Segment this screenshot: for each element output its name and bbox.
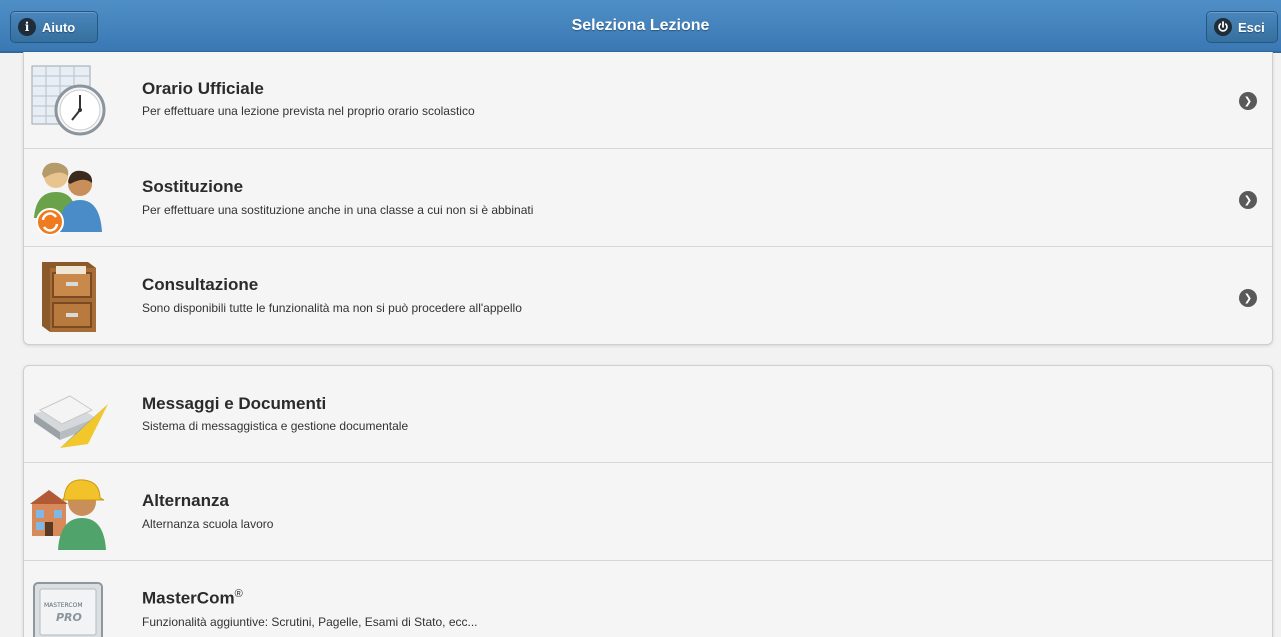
svg-text:MASTERCOM: MASTERCOM (44, 602, 83, 609)
lesson-options-panel: Orario Ufficiale Per effettuare una lezi… (23, 52, 1273, 345)
filing-cabinet-icon (30, 256, 110, 336)
item-description: Per effettuare una lezione prevista nel … (142, 104, 475, 118)
item-title: Messaggi e Documenti (142, 394, 327, 413)
extra-features-panel: Messaggi e Documenti Sistema di messaggi… (23, 365, 1273, 637)
menu-item-consultazione[interactable]: Consultazione Sono disponibili tutte le … (24, 247, 1272, 344)
substitution-users-icon (30, 158, 110, 238)
messages-documents-icon (30, 374, 110, 454)
item-title: Alternanza (142, 491, 229, 510)
item-description: Sono disponibili tutte le funzionalità m… (142, 301, 522, 315)
menu-item-sostituzione[interactable]: Sostituzione Per effettuare una sostituz… (24, 149, 1272, 247)
item-description: Funzionalità aggiuntive: Scrutini, Pagel… (142, 615, 478, 629)
item-title: Consultazione (142, 275, 259, 294)
item-description: Sistema di messaggistica e gestione docu… (142, 419, 409, 433)
chevron-right-icon: ❯ (1239, 92, 1257, 110)
registered-mark: ® (234, 588, 243, 600)
svg-text:PRO: PRO (56, 611, 82, 624)
worker-school-icon (30, 472, 110, 552)
menu-item-mastercom[interactable]: MASTERCOM PRO MasterCom® Funzionalità ag… (24, 561, 1272, 637)
item-description: Alternanza scuola lavoro (142, 517, 274, 531)
chevron-right-icon: ❯ (1239, 191, 1257, 209)
item-title: MasterCom® (142, 588, 243, 609)
menu-item-messaggi-documenti[interactable]: Messaggi e Documenti Sistema di messaggi… (24, 366, 1272, 463)
help-button-label: Aiuto (42, 19, 76, 35)
chevron-right-icon: ❯ (1239, 289, 1257, 307)
item-title: Orario Ufficiale (142, 79, 264, 98)
help-button[interactable]: i Aiuto (10, 11, 98, 43)
item-description: Per effettuare una sostituzione anche in… (142, 203, 534, 217)
top-bar: Seleziona Lezione i Aiuto Esci (0, 0, 1281, 53)
timetable-clock-icon (30, 60, 110, 140)
mastercom-pro-icon: MASTERCOM PRO (30, 577, 110, 637)
info-icon: i (18, 18, 36, 36)
exit-button[interactable]: Esci (1206, 11, 1278, 43)
item-title-text: MasterCom (142, 588, 235, 608)
power-icon (1214, 18, 1232, 36)
menu-item-alternanza[interactable]: Alternanza Alternanza scuola lavoro (24, 463, 1272, 561)
page-title: Seleziona Lezione (571, 17, 710, 34)
exit-button-label: Esci (1238, 19, 1265, 35)
menu-item-orario-ufficiale[interactable]: Orario Ufficiale Per effettuare una lezi… (24, 52, 1272, 149)
item-title: Sostituzione (142, 177, 244, 196)
